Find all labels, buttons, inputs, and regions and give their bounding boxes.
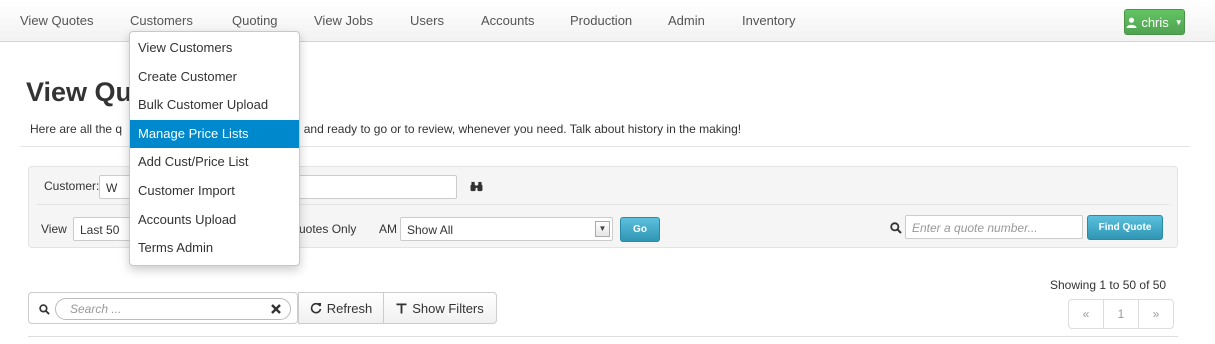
user-icon — [1126, 17, 1137, 28]
table-search-group: Search ... — [28, 292, 298, 324]
nav-users[interactable]: Users — [410, 13, 444, 28]
quotes-table-header — [28, 336, 1178, 344]
filter-icon — [396, 302, 407, 314]
view-select[interactable]: Last 50 — [73, 217, 133, 241]
menu-item-customer-import[interactable]: Customer Import — [130, 177, 299, 206]
pagination: « 1 » — [1068, 299, 1174, 329]
nav-view-quotes[interactable]: View Quotes — [20, 13, 93, 28]
page-title: View Qu — [26, 77, 133, 107]
am-select-value: Show All — [407, 223, 454, 237]
menu-item-terms-admin[interactable]: Terms Admin — [130, 234, 299, 263]
chevron-down-icon: ▼ — [1174, 17, 1183, 27]
refresh-button[interactable]: Refresh — [298, 292, 384, 324]
intro-text-left: Here are all the q — [30, 122, 123, 136]
go-button[interactable]: Go — [620, 217, 660, 242]
menu-item-create-customer[interactable]: Create Customer — [130, 63, 299, 92]
user-name: chris — [1141, 14, 1169, 30]
nav-quoting[interactable]: Quoting — [232, 13, 278, 28]
nav-accounts[interactable]: Accounts — [481, 13, 534, 28]
search-icon — [37, 302, 51, 316]
show-filters-button[interactable]: Show Filters — [383, 292, 497, 324]
clear-search-icon[interactable] — [270, 303, 282, 315]
search-icon — [889, 221, 903, 235]
nav-customers[interactable]: Customers — [130, 13, 193, 28]
menu-item-bulk-customer-upload[interactable]: Bulk Customer Upload — [130, 91, 299, 120]
nav-admin[interactable]: Admin — [668, 13, 705, 28]
showing-count: Showing 1 to 50 of 50 — [1050, 278, 1167, 292]
table-search-placeholder: Search ... — [70, 302, 122, 316]
customers-dropdown-menu: View Customers Create Customer Bulk Cust… — [129, 31, 300, 266]
nav-production[interactable]: Production — [570, 13, 632, 28]
binoculars-icon[interactable] — [469, 179, 483, 193]
intro-text-right: ed and ready to go or to review, wheneve… — [287, 122, 742, 136]
quotes-only-label: uotes Only — [299, 222, 357, 236]
refresh-label: Refresh — [326, 300, 373, 316]
refresh-icon — [310, 302, 322, 314]
nav-view-jobs[interactable]: View Jobs — [314, 13, 373, 28]
menu-item-accounts-upload[interactable]: Accounts Upload — [130, 206, 299, 235]
show-filters-label: Show Filters — [412, 300, 484, 316]
user-menu-button[interactable]: chris ▼ — [1124, 9, 1185, 35]
am-label: AM — [379, 222, 397, 236]
find-quote-button[interactable]: Find Quote — [1087, 215, 1163, 240]
am-select[interactable]: Show All ▼ — [400, 217, 613, 241]
table-search-input[interactable]: Search ... — [55, 298, 291, 320]
pager-page-1[interactable]: 1 — [1103, 299, 1139, 329]
menu-item-add-cust-price-list[interactable]: Add Cust/Price List — [130, 148, 299, 177]
chevron-down-icon: ▼ — [595, 221, 610, 237]
view-label: View — [41, 222, 67, 236]
pager-prev[interactable]: « — [1068, 299, 1104, 329]
quote-number-input[interactable]: Enter a quote number... — [905, 215, 1083, 239]
menu-item-view-customers[interactable]: View Customers — [130, 34, 299, 63]
nav-inventory[interactable]: Inventory — [742, 13, 795, 28]
menu-item-manage-price-lists[interactable]: Manage Price Lists — [130, 119, 299, 149]
customer-label: Customer: — [44, 179, 100, 193]
pager-next[interactable]: » — [1138, 299, 1174, 329]
